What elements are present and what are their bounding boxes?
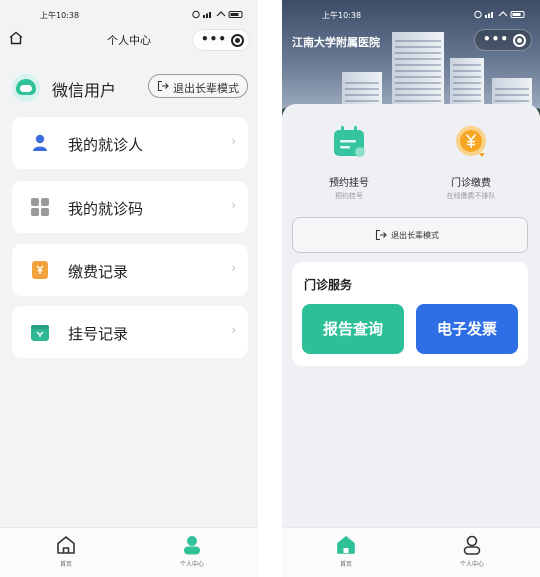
chevron-right-icon: › bbox=[231, 261, 236, 275]
exit-elder-mode-label: 退出长辈模式 bbox=[391, 231, 439, 240]
more-icon[interactable]: ••• bbox=[201, 32, 227, 46]
menu-item-patients[interactable]: 我的就诊人 › bbox=[12, 117, 248, 169]
grid-icon bbox=[31, 198, 49, 216]
tab-bar: 首页 个人中心 bbox=[0, 527, 258, 577]
chevron-right-icon: › bbox=[231, 198, 236, 212]
quick-subtitle: 预约挂号 bbox=[335, 192, 363, 200]
registration-record-icon bbox=[31, 325, 49, 341]
exit-elder-mode-label: 退出长辈模式 bbox=[173, 82, 239, 95]
tab-profile[interactable]: 个人中心 bbox=[442, 534, 502, 568]
system-icons bbox=[474, 10, 526, 21]
tab-profile[interactable]: 个人中心 bbox=[162, 534, 222, 568]
quick-outpatient-payment[interactable]: 门诊缴费 在线缴费不排队 bbox=[416, 124, 526, 201]
mini-program-capsule: ••• bbox=[474, 29, 532, 51]
section-title: 门诊服务 bbox=[304, 278, 353, 292]
menu-item-visit-code[interactable]: 我的就诊码 › bbox=[12, 181, 248, 233]
menu-item-payment-records[interactable]: 缴费记录 › bbox=[12, 244, 248, 296]
tab-home[interactable]: 首页 bbox=[316, 534, 376, 568]
status-time: 上午10:38 bbox=[322, 11, 362, 20]
status-time: 上午10:38 bbox=[40, 11, 80, 20]
person-outline-icon bbox=[463, 535, 481, 555]
close-target-icon[interactable] bbox=[513, 34, 526, 47]
tab-home[interactable]: 首页 bbox=[36, 534, 96, 568]
tab-bar: 首页 个人中心 bbox=[282, 527, 540, 577]
user-info: 微信用户 退出长辈模式 bbox=[12, 70, 248, 104]
report-query-button[interactable]: 报告查询 bbox=[302, 304, 404, 354]
payment-record-icon bbox=[32, 261, 48, 279]
system-icons bbox=[192, 10, 244, 21]
chevron-right-icon: › bbox=[231, 134, 236, 148]
outpatient-services-card: 门诊服务 报告查询 电子发票 bbox=[292, 262, 528, 366]
quick-title: 预约挂号 bbox=[329, 178, 369, 189]
exit-elder-mode-button[interactable]: 退出长辈模式 bbox=[292, 217, 528, 253]
close-target-icon[interactable] bbox=[231, 34, 244, 47]
tab-label: 个人中心 bbox=[459, 561, 484, 568]
exit-elder-mode-button[interactable]: 退出长辈模式 bbox=[148, 74, 248, 98]
menu-item-label: 我的就诊码 bbox=[68, 200, 144, 218]
signal-wifi-battery-icon bbox=[474, 10, 525, 19]
menu-item-label: 我的就诊人 bbox=[68, 136, 144, 154]
user-name: 微信用户 bbox=[52, 81, 117, 100]
tab-label: 个人中心 bbox=[179, 561, 204, 568]
person-filled-icon bbox=[184, 536, 200, 555]
more-icon[interactable]: ••• bbox=[483, 32, 509, 46]
hospital-name: 江南大学附属医院 bbox=[292, 36, 380, 49]
quick-appointment[interactable]: 预约挂号 预约挂号 bbox=[294, 124, 404, 201]
right-screen: 上午10:38 江南大学附属医院 ••• 预约挂号 预约挂号 门诊缴费 在线缴费… bbox=[282, 0, 540, 577]
calendar-icon bbox=[334, 126, 365, 157]
menu-item-label: 挂号记录 bbox=[68, 325, 129, 343]
quick-subtitle: 在线缴费不排队 bbox=[446, 192, 496, 200]
status-bar: 上午10:38 bbox=[0, 10, 258, 24]
tab-label: 首页 bbox=[339, 561, 352, 568]
menu-item-registration-records[interactable]: 挂号记录 › bbox=[12, 306, 248, 358]
chevron-right-icon: › bbox=[231, 323, 236, 337]
status-bar: 上午10:38 bbox=[282, 10, 540, 24]
signal-wifi-battery-icon bbox=[192, 10, 243, 19]
home-filled-icon bbox=[337, 536, 355, 554]
mini-program-capsule: ••• bbox=[192, 29, 250, 51]
patient-icon bbox=[33, 134, 47, 151]
avatar[interactable] bbox=[12, 74, 40, 102]
e-invoice-button[interactable]: 电子发票 bbox=[416, 304, 518, 354]
tab-label: 首页 bbox=[59, 561, 72, 568]
exit-icon bbox=[375, 229, 387, 241]
content-panel: 预约挂号 预约挂号 门诊缴费 在线缴费不排队 退出长辈模式 门诊服务 报告查询 … bbox=[282, 104, 540, 534]
nav-bar: 个人中心 ••• bbox=[0, 28, 258, 52]
left-screen: 上午10:38 个人中心 ••• 微信用户 退出长辈模式 我的就诊人 › 我的就… bbox=[0, 0, 258, 577]
menu-item-label: 缴费记录 bbox=[68, 263, 129, 281]
quick-title: 门诊缴费 bbox=[451, 178, 491, 189]
yuan-coin-icon bbox=[456, 126, 486, 157]
avatar-face-icon bbox=[20, 85, 32, 92]
home-outline-icon bbox=[57, 536, 75, 554]
exit-icon bbox=[157, 80, 169, 92]
